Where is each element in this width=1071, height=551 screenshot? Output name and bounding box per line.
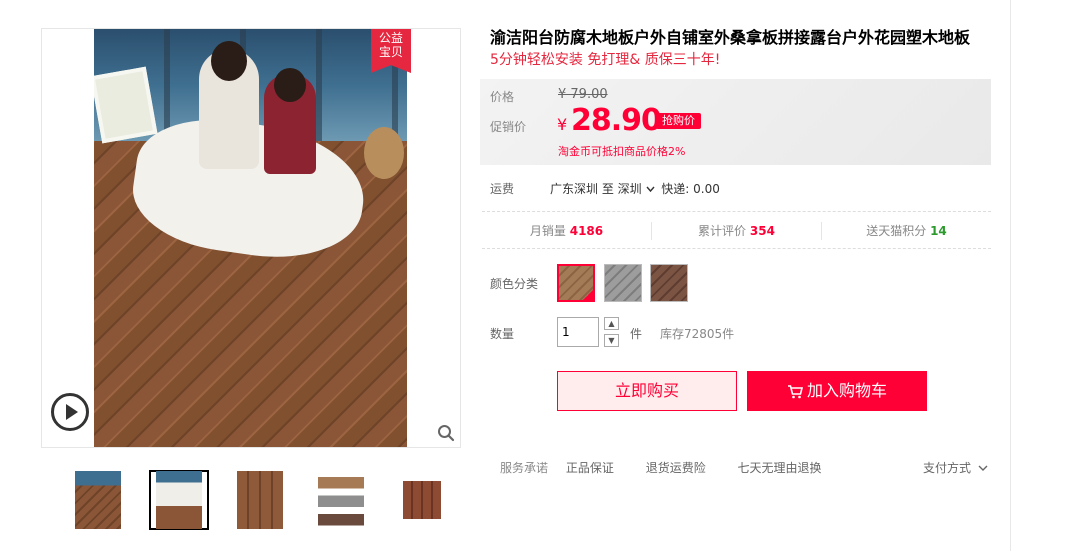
add-to-cart-button[interactable]: 加入购物车 [747, 371, 927, 411]
promo-price-label: 促销价 [490, 120, 527, 134]
color-swatch-1[interactable]: ✓ [557, 264, 595, 302]
checkmark-icon: ✓ [582, 289, 594, 301]
total-reviews-value: 354 [749, 224, 775, 238]
flash-sale-tag: 抢购价 [656, 113, 701, 129]
original-price: ¥ 79.00 [558, 87, 608, 102]
total-reviews[interactable]: 累计评价 354 [652, 222, 822, 240]
page-divider [1010, 0, 1011, 551]
thumbnail-2[interactable] [149, 470, 209, 530]
thumbnail-strip [68, 470, 473, 530]
service-authentic[interactable]: 正品保证 [566, 459, 614, 476]
promo-price: 28.90 [571, 103, 662, 138]
color-swatch-2[interactable] [604, 264, 642, 302]
shipping-row: 运费 广东深圳 至 深圳 快递: 0.00 [490, 180, 720, 197]
quantity-unit: 件 [630, 327, 643, 341]
monthly-sales: 月销量 4186 [482, 222, 652, 240]
thumbnail-4[interactable] [311, 470, 371, 530]
color-option-label: 颜色分类 [490, 277, 539, 291]
quantity-decrease-button[interactable]: ▼ [604, 334, 619, 347]
magnifier-icon[interactable] [437, 424, 455, 442]
quantity-label: 数量 [490, 327, 515, 341]
sales-stats: 月销量 4186 累计评价 354 送天猫积分 14 [482, 222, 991, 240]
product-subtitle: 5分钟轻松安装 免打理& 质保三十年! [490, 52, 721, 68]
buy-now-button[interactable]: 立即购买 [557, 371, 737, 411]
thumbnail-3[interactable] [230, 470, 290, 530]
main-product-image[interactable]: 公益 宝贝 [41, 28, 461, 448]
cart-icon [787, 384, 803, 398]
currency-symbol: ¥ [557, 115, 568, 134]
thumbnail-5[interactable] [392, 470, 452, 530]
product-photo [94, 29, 407, 447]
coin-discount-note[interactable]: 淘金币可抵扣商品价格2% [558, 143, 685, 159]
tmall-points-value: 14 [930, 224, 947, 238]
stock-count: 库存72805件 [660, 327, 735, 341]
product-title: 渝洁阳台防腐木地板户外自铺室外桑拿板拼接露台户外花园塑木地板 [490, 28, 971, 47]
service-commitments: 服务承诺 正品保证 退货运费险 七天无理由退换 [500, 459, 822, 476]
color-swatch-3[interactable] [650, 264, 688, 302]
original-price-label: 价格 [490, 90, 515, 104]
thumbnail-1[interactable] [68, 470, 128, 530]
shipping-label: 运费 [490, 182, 515, 196]
play-icon[interactable] [51, 393, 89, 431]
shipping-fee: 快递: 0.00 [661, 182, 720, 196]
service-7day-return[interactable]: 七天无理由退换 [738, 459, 822, 476]
services-label: 服务承诺 [500, 461, 549, 475]
payment-methods[interactable]: 支付方式 [923, 459, 988, 476]
divider [482, 211, 991, 212]
service-return-insurance[interactable]: 退货运费险 [646, 459, 706, 476]
shipping-route[interactable]: 广东深圳 至 深圳 [550, 182, 642, 196]
quantity-increase-button[interactable]: ▲ [604, 317, 619, 330]
chevron-down-icon [978, 465, 988, 471]
add-to-cart-label: 加入购物车 [806, 381, 887, 400]
quantity-input[interactable] [557, 317, 599, 347]
monthly-sales-value: 4186 [569, 224, 604, 238]
chevron-down-icon[interactable] [646, 186, 655, 193]
price-panel: 价格 ¥ 79.00 促销价 ¥ 28.90 抢购价 淘金币可抵扣商品价格2% [480, 79, 991, 165]
divider [482, 248, 991, 249]
tmall-points: 送天猫积分 14 [866, 224, 947, 238]
